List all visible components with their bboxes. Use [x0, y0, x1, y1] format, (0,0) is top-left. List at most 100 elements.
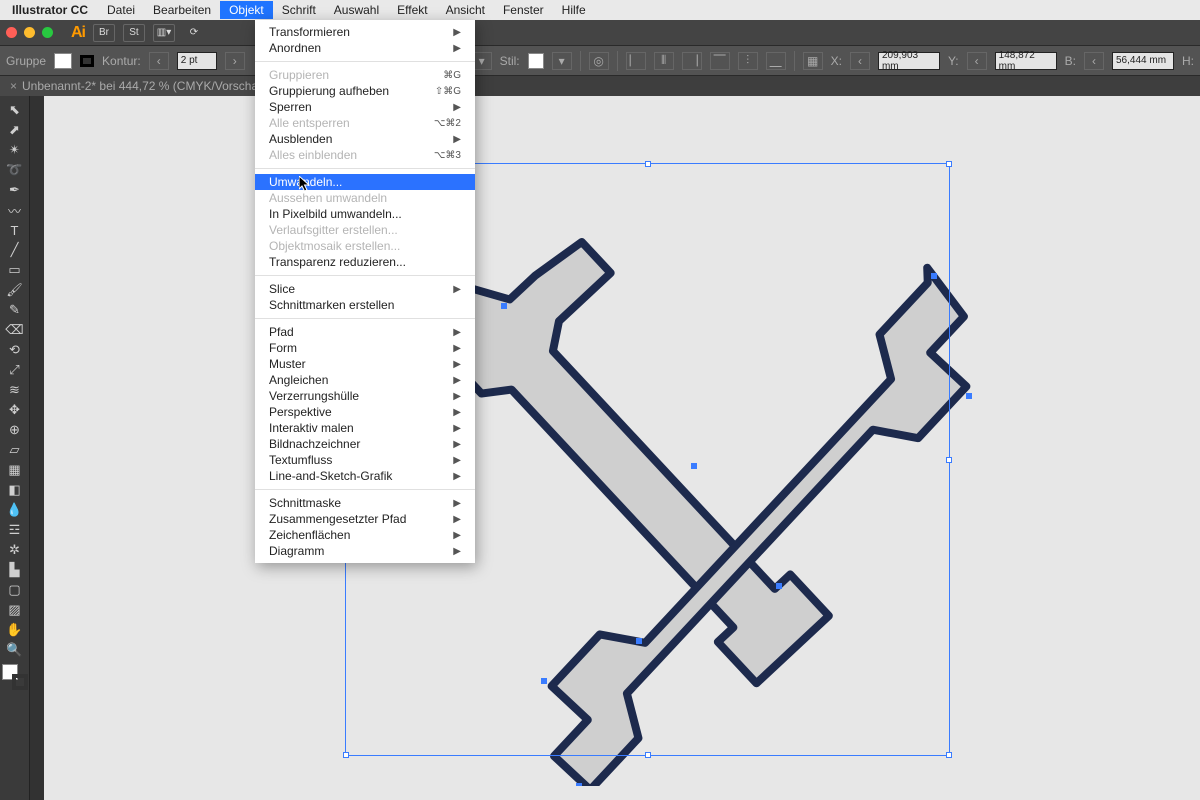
menu-objekt[interactable]: Objekt [220, 1, 273, 19]
align-bottom-icon[interactable]: ⎽ [766, 52, 786, 70]
stock-icon[interactable]: St [123, 24, 145, 42]
tool-shape-builder[interactable]: ⊕ [2, 420, 28, 440]
zoom-window-icon[interactable] [42, 27, 53, 38]
menu-item-zeichenfl-chen[interactable]: Zeichenflächen▶ [255, 527, 475, 543]
menu-item-form[interactable]: Form▶ [255, 340, 475, 356]
align-left-icon[interactable]: ⎸ [626, 52, 646, 70]
app-name[interactable]: Illustrator CC [12, 3, 88, 17]
tool-free-transform[interactable]: ✥ [2, 400, 28, 420]
menu-auswahl[interactable]: Auswahl [325, 1, 388, 19]
bridge-icon[interactable]: Br [93, 24, 115, 42]
sync-icon[interactable]: ⟳ [183, 24, 205, 42]
tool-hand[interactable]: ✋ [2, 620, 28, 640]
recolor-icon[interactable]: ◎ [589, 52, 609, 70]
tool-artboard[interactable]: ▢ [2, 580, 28, 600]
tool-width[interactable]: ≋ [2, 380, 28, 400]
tool-graph[interactable]: ▙ [2, 560, 28, 580]
tool-lasso[interactable]: ➰ [2, 160, 28, 180]
menu-datei[interactable]: Datei [98, 1, 144, 19]
tool-eyedropper[interactable]: 💧 [2, 500, 28, 520]
menu-item-umwandeln[interactable]: Umwandeln... [255, 174, 475, 190]
tool-perspective[interactable]: ▱ [2, 440, 28, 460]
menu-item-textumfluss[interactable]: Textumfluss▶ [255, 452, 475, 468]
tool-type[interactable]: T [2, 220, 28, 240]
tool-curvature[interactable]: 〰 [2, 200, 28, 220]
y-decrement-button[interactable]: ‹ [967, 52, 987, 70]
menu-item-interaktiv-malen[interactable]: Interaktiv malen▶ [255, 420, 475, 436]
stroke-weight-field[interactable]: 2 pt [177, 52, 217, 70]
tool-brush[interactable]: 🖌 [2, 280, 28, 300]
align-top-icon[interactable]: ⎺ [710, 52, 730, 70]
menu-item-slice[interactable]: Slice▶ [255, 281, 475, 297]
tool-symbol-sprayer[interactable]: ✲ [2, 540, 28, 560]
tool-eraser[interactable]: ⌫ [2, 320, 28, 340]
tool-magic-wand[interactable]: ✴ [2, 140, 28, 160]
menu-item-muster[interactable]: Muster▶ [255, 356, 475, 372]
menu-item-zusammengesetzter-pfad[interactable]: Zusammengesetzter Pfad▶ [255, 511, 475, 527]
menu-item-transparenz-reduzieren[interactable]: Transparenz reduzieren... [255, 254, 475, 270]
selection-handle-tc[interactable] [645, 161, 651, 167]
tool-mesh[interactable]: ▦ [2, 460, 28, 480]
tool-pencil[interactable]: ✎ [2, 300, 28, 320]
menu-schrift[interactable]: Schrift [273, 1, 325, 19]
arrange-documents-icon[interactable]: ▥▾ [153, 24, 175, 42]
tool-rectangle[interactable]: ▭ [2, 260, 28, 280]
tool-blend[interactable]: ☲ [2, 520, 28, 540]
menu-fenster[interactable]: Fenster [494, 1, 553, 19]
align-middle-icon[interactable]: ⫶ [738, 52, 758, 70]
menu-item-gruppierung-aufheben[interactable]: Gruppierung aufheben⇧⌘G [255, 83, 475, 99]
selection-handle-bl[interactable] [343, 752, 349, 758]
stroke-decrement-button[interactable]: ‹ [149, 52, 169, 70]
menu-item-bildnachzeichner[interactable]: Bildnachzeichner▶ [255, 436, 475, 452]
tool-selection[interactable]: ⬉ [2, 100, 28, 120]
menu-item-line-and-sketch-grafik[interactable]: Line-and-Sketch-Grafik▶ [255, 468, 475, 484]
selection-handle-tr[interactable] [946, 161, 952, 167]
w-field[interactable]: 56,444 mm [1112, 52, 1174, 70]
fill-swatch[interactable] [54, 53, 72, 69]
style-dropdown-icon[interactable]: ▾ [552, 52, 572, 70]
menu-item-in-pixelbild-umwandeln[interactable]: In Pixelbild umwandeln... [255, 206, 475, 222]
menu-item-schnittmaske[interactable]: Schnittmaske▶ [255, 495, 475, 511]
fill-stroke-control[interactable] [2, 664, 28, 690]
tool-line[interactable]: ╱ [2, 240, 28, 260]
tool-slice[interactable]: ▨ [2, 600, 28, 620]
menu-item-anordnen[interactable]: Anordnen▶ [255, 40, 475, 56]
stroke-swatch[interactable] [80, 55, 94, 67]
tool-pen[interactable]: ✒ [2, 180, 28, 200]
align-center-icon[interactable]: ⫴ [654, 52, 674, 70]
selection-handle-mr[interactable] [946, 457, 952, 463]
close-window-icon[interactable] [6, 27, 17, 38]
menu-hilfe[interactable]: Hilfe [553, 1, 595, 19]
tool-scale[interactable]: ⤢ [2, 360, 28, 380]
menu-item-verzerrungsh-lle[interactable]: Verzerrungshülle▶ [255, 388, 475, 404]
x-field[interactable]: 209,903 mm [878, 52, 940, 70]
transform-icon[interactable]: ▦ [803, 52, 823, 70]
menu-item-diagramm[interactable]: Diagramm▶ [255, 543, 475, 559]
selection-handle-bc[interactable] [645, 752, 651, 758]
tool-gradient[interactable]: ◧ [2, 480, 28, 500]
selection-handle-br[interactable] [946, 752, 952, 758]
menu-effekt[interactable]: Effekt [388, 1, 436, 19]
style-swatch[interactable] [528, 53, 544, 69]
canvas[interactable] [44, 96, 1200, 800]
menu-item-sperren[interactable]: Sperren▶ [255, 99, 475, 115]
stroke-swatch-icon[interactable] [12, 674, 28, 690]
menu-item-transformieren[interactable]: Transformieren▶ [255, 24, 475, 40]
w-decrement-button[interactable]: ‹ [1084, 52, 1104, 70]
menu-item-angleichen[interactable]: Angleichen▶ [255, 372, 475, 388]
tool-rotate[interactable]: ⟲ [2, 340, 28, 360]
menu-item-schnittmarken-erstellen[interactable]: Schnittmarken erstellen [255, 297, 475, 313]
x-decrement-button[interactable]: ‹ [850, 52, 870, 70]
document-tab[interactable]: × Unbenannt-2* bei 444,72 % (CMYK/Vorsch… [0, 76, 280, 96]
minimize-window-icon[interactable] [24, 27, 35, 38]
close-tab-icon[interactable]: × [10, 79, 17, 93]
menu-ansicht[interactable]: Ansicht [437, 1, 494, 19]
stroke-increment-button[interactable]: › [225, 52, 245, 70]
menu-item-ausblenden[interactable]: Ausblenden▶ [255, 131, 475, 147]
tool-zoom[interactable]: 🔍 [2, 640, 28, 660]
tool-direct-selection[interactable]: ⬈ [2, 120, 28, 140]
align-right-icon[interactable]: ⎹ [682, 52, 702, 70]
menu-item-perspektive[interactable]: Perspektive▶ [255, 404, 475, 420]
menu-bearbeiten[interactable]: Bearbeiten [144, 1, 220, 19]
y-field[interactable]: 148,872 mm [995, 52, 1057, 70]
